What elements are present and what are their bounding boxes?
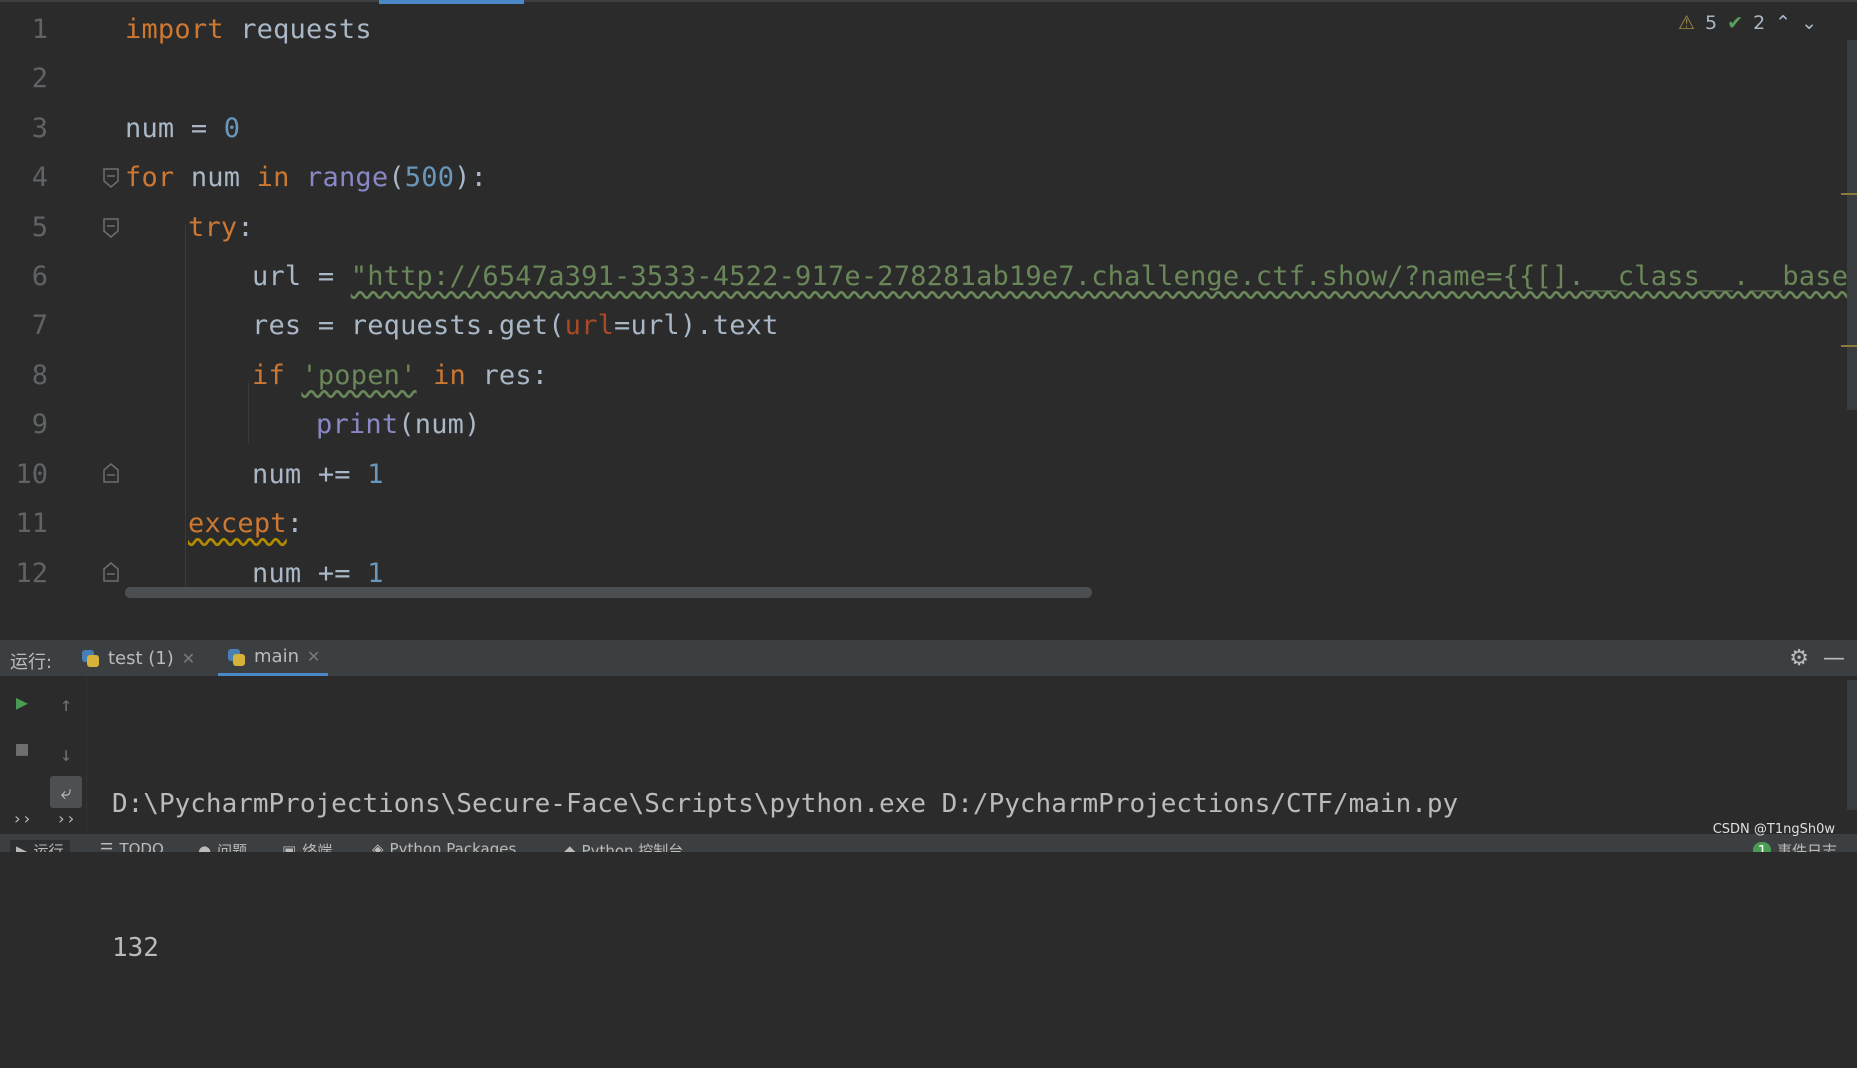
- close-icon[interactable]: ✕: [307, 647, 320, 666]
- more-icon[interactable]: ››: [6, 802, 38, 834]
- watermark: CSDN @T1ngSh0w: [1712, 822, 1835, 837]
- run-tool-window-header: 运行: test (1) ✕ main ✕ ⚙ —: [0, 640, 1857, 676]
- line-number: 4: [31, 162, 48, 193]
- code-line: 11 except:: [0, 499, 1850, 548]
- code-text[interactable]: try:: [188, 203, 254, 252]
- code-line: 6 url = "http://6547a391-3533-4522-917e-…: [0, 252, 1857, 301]
- down-arrow-icon[interactable]: ↓: [50, 738, 82, 770]
- close-icon[interactable]: ✕: [182, 649, 195, 668]
- code-text[interactable]: if 'popen' in res:: [252, 351, 548, 400]
- line-number: 8: [31, 360, 48, 391]
- line-number: 11: [15, 508, 48, 539]
- line-number: 6: [31, 261, 48, 292]
- line-number: 9: [31, 409, 48, 440]
- fold-end-icon[interactable]: [102, 561, 120, 583]
- code-line: 9 print(num): [0, 400, 1850, 449]
- status-item-terminal[interactable]: ▣ 终端: [282, 840, 332, 853]
- status-item-todo[interactable]: ☰ TODO: [100, 840, 164, 852]
- code-text[interactable]: print(num): [316, 400, 481, 449]
- status-item-python-console[interactable]: ◆ Python 控制台: [564, 840, 683, 853]
- code-editor[interactable]: ⚠ 5 ✔ 2 ⌃ ⌄ 1 import requests 2 3 num = …: [0, 0, 1857, 640]
- code-line: 10 num += 1: [0, 450, 1850, 499]
- console-toolbar: ▶ ↑ ■ ↓ ⤶ ›› ››: [0, 676, 87, 834]
- run-panel-title: 运行:: [10, 652, 53, 673]
- line-number: 7: [31, 310, 48, 341]
- code-text[interactable]: num = 0: [125, 104, 240, 153]
- code-text[interactable]: res = requests.get(url=url).text: [252, 301, 779, 350]
- event-log-count: 1: [1753, 841, 1771, 852]
- status-item-problems[interactable]: ● 问题: [198, 840, 247, 853]
- error-stripe-marker[interactable]: [1841, 345, 1857, 347]
- stop-icon[interactable]: ■: [6, 732, 38, 764]
- line-number: 12: [15, 558, 48, 589]
- up-arrow-icon[interactable]: ↑: [50, 688, 82, 720]
- status-bar: ▶ 运行 ☰ TODO ● 问题 ▣ 终端 ◈ Python Packages ◆ Pyth…: [0, 834, 1857, 852]
- fold-end-icon[interactable]: [102, 462, 120, 484]
- code-line: 7 res = requests.get(url=url).text: [0, 301, 1850, 350]
- console-line: D:\PycharmProjections\Secure-Face\Script…: [112, 789, 1459, 819]
- run-icon: ▶: [16, 841, 28, 853]
- code-text[interactable]: url = "http://6547a391-3533-4522-917e-27…: [252, 252, 1857, 301]
- code-line: 4 for num in range(500):: [0, 153, 1850, 202]
- run-tab-test[interactable]: test (1) ✕: [72, 640, 203, 676]
- run-tab-main[interactable]: main ✕: [218, 640, 329, 676]
- console-scrollbar[interactable]: [1847, 680, 1857, 810]
- info-icon: ●: [198, 841, 212, 853]
- console-line: 132: [112, 933, 159, 963]
- fold-toggle-icon[interactable]: [102, 217, 120, 239]
- gear-icon[interactable]: ⚙: [1789, 646, 1809, 671]
- status-item-event-log[interactable]: 1 事件日志: [1753, 840, 1837, 852]
- python-icon: [80, 648, 100, 668]
- line-number: 5: [31, 212, 48, 243]
- run-tab-label: test (1): [108, 647, 174, 669]
- minimize-icon[interactable]: —: [1823, 646, 1845, 671]
- code-line: 8 if 'popen' in res:: [0, 351, 1850, 400]
- horizontal-scrollbar[interactable]: [125, 587, 1092, 598]
- code-text[interactable]: num += 1: [252, 450, 384, 499]
- more-icon[interactable]: ››: [50, 802, 82, 834]
- code-text[interactable]: import requests: [125, 5, 372, 54]
- rerun-icon[interactable]: ▶: [6, 686, 38, 718]
- fold-toggle-icon[interactable]: [102, 167, 120, 189]
- list-icon: ☰: [100, 840, 114, 852]
- console-output: D:\PycharmProjections\Secure-Face\Script…: [112, 684, 1458, 1068]
- status-item-run[interactable]: ▶ 运行: [10, 840, 70, 852]
- python-icon: [226, 647, 246, 667]
- error-stripe-marker[interactable]: [1841, 193, 1857, 195]
- line-number: 10: [15, 459, 48, 490]
- python-console-icon: ◆: [564, 841, 576, 853]
- code-text[interactable]: for num in range(500):: [125, 153, 487, 202]
- code-line: 1 import requests: [0, 5, 1850, 54]
- run-tab-label: main: [254, 646, 299, 667]
- vertical-scrollbar[interactable]: [1847, 40, 1857, 410]
- status-item-python-packages[interactable]: ◈ Python Packages: [372, 840, 516, 852]
- run-console[interactable]: ▶ ↑ ■ ↓ ⤶ ›› ›› D:\PycharmProjections\Se…: [0, 676, 1857, 963]
- panel-splitter[interactable]: [0, 605, 1857, 640]
- active-editor-tab-indicator: [379, 0, 524, 4]
- package-icon: ◈: [372, 840, 384, 852]
- editor-top-border: [0, 0, 1857, 2]
- code-line: 5 try:: [0, 203, 1850, 252]
- terminal-icon: ▣: [282, 841, 297, 853]
- line-number: 3: [31, 113, 48, 144]
- code-line: 2: [0, 54, 1850, 103]
- line-number: 1: [31, 14, 48, 45]
- code-line: 3 num = 0: [0, 104, 1850, 153]
- code-text[interactable]: except:: [188, 499, 303, 548]
- line-number: 2: [31, 63, 48, 94]
